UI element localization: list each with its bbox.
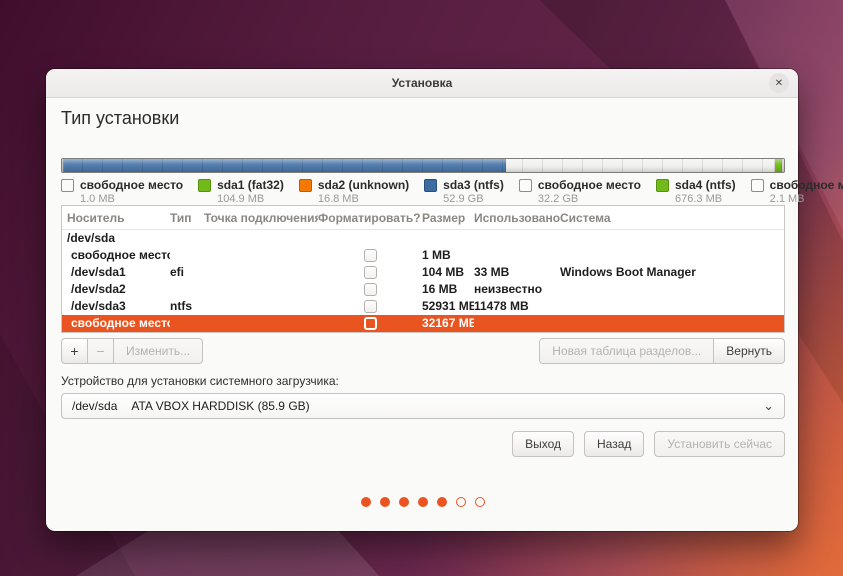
legend-size: 32.2 GB [538, 193, 641, 205]
bootloader-label: Устройство для установки системного загр… [61, 374, 785, 388]
legend-size: 2.1 MB [770, 193, 843, 205]
legend-item: sda4 (ntfs) 676.3 MB [656, 178, 736, 205]
legend-item: sda2 (unknown) 16.8 MB [299, 178, 409, 205]
close-icon[interactable]: ✕ [769, 73, 789, 93]
progress-dot [380, 497, 390, 507]
column-header-system[interactable]: Система [560, 211, 784, 225]
cell-type: efi [170, 264, 204, 281]
dropdown-description: ATA VBOX HARDDISK (85.9 GB) [131, 399, 309, 413]
legend-swatch-sda2 [299, 179, 312, 192]
titlebar[interactable]: Установка ✕ [46, 69, 798, 98]
back-button[interactable]: Назад [584, 431, 644, 457]
cell-system: Windows Boot Manager [560, 264, 784, 281]
edit-button-group: + − Изменить... [61, 338, 203, 364]
table-row-sda[interactable]: /dev/sda [62, 230, 784, 247]
legend-swatch-free [519, 179, 532, 192]
legend-swatch-free [751, 179, 764, 192]
legend-label: свободное место [770, 178, 843, 192]
install-now-button[interactable]: Установить сейчас [654, 431, 785, 457]
installer-window: Установка ✕ Тип установки свободное мест… [46, 69, 798, 531]
column-header-format[interactable]: Форматировать? [318, 211, 422, 225]
quit-button[interactable]: Выход [512, 431, 574, 457]
cell-used: 33 MB [474, 264, 560, 281]
column-header-used[interactable]: Использовано [474, 211, 560, 225]
cell-used: 11478 MB [474, 298, 560, 315]
partition-bar-grid [62, 159, 784, 172]
legend-size: 676.3 MB [675, 193, 736, 205]
remove-partition-button[interactable]: − [87, 338, 114, 364]
partition-legend: свободное место 1.0 MB sda1 (fat32) 104.… [61, 178, 785, 205]
progress-dot [418, 497, 428, 507]
legend-item: свободное место 32.2 GB [519, 178, 641, 205]
legend-label: sda4 (ntfs) [675, 178, 736, 192]
progress-dots [61, 497, 785, 507]
format-checkbox[interactable] [364, 317, 377, 330]
table-header-row: Носитель Тип Точка подключения Форматиро… [62, 206, 784, 230]
cell-size: 32167 MB [422, 315, 474, 332]
cell-device: /dev/sda [67, 230, 170, 247]
legend-swatch-free [61, 179, 74, 192]
legend-size: 1.0 MB [80, 193, 183, 205]
cell-device: /dev/sda3 [67, 298, 170, 315]
table-row-free-1[interactable]: свободное место 1 MB [62, 247, 784, 264]
partition-bar [61, 158, 785, 173]
legend-item: свободное место 2.1 MB [751, 178, 843, 205]
chevron-down-icon: ⌄ [763, 401, 774, 411]
cell-device: /dev/sda1 [67, 264, 170, 281]
legend-label: sda1 (fat32) [217, 178, 284, 192]
cell-size: 16 MB [422, 281, 474, 298]
table-row-sda2[interactable]: /dev/sda2 16 MB неизвестно [62, 281, 784, 298]
add-partition-button[interactable]: + [61, 338, 88, 364]
legend-size: 52.9 GB [443, 193, 504, 205]
column-header-size[interactable]: Размер [422, 211, 474, 225]
dropdown-device: /dev/sda [72, 399, 117, 413]
partition-actions: + − Изменить... Новая таблица разделов..… [61, 338, 785, 364]
legend-size: 104.9 MB [217, 193, 284, 205]
cell-device: свободное место [67, 315, 170, 332]
legend-label: sda2 (unknown) [318, 178, 409, 192]
table-row-free-2-selected[interactable]: свободное место 32167 MB [62, 315, 784, 332]
cell-size: 104 MB [422, 264, 474, 281]
legend-swatch-sda1 [198, 179, 211, 192]
change-partition-button[interactable]: Изменить... [113, 338, 203, 364]
legend-label: свободное место [538, 178, 641, 192]
partition-table: Носитель Тип Точка подключения Форматиро… [61, 205, 785, 333]
table-row-sda3[interactable]: /dev/sda3 ntfs 52931 MB 11478 MB [62, 298, 784, 315]
new-partition-table-button[interactable]: Новая таблица разделов... [539, 338, 714, 364]
legend-label: sda3 (ntfs) [443, 178, 504, 192]
legend-item: sda3 (ntfs) 52.9 GB [424, 178, 504, 205]
cell-used: неизвестно [474, 281, 560, 298]
window-title: Установка [392, 76, 453, 90]
bootloader-device-dropdown[interactable]: /dev/sda ATA VBOX HARDDISK (85.9 GB) ⌄ [61, 393, 785, 419]
page-title: Тип установки [61, 107, 785, 129]
progress-dot [361, 497, 371, 507]
cell-size: 52931 MB [422, 298, 474, 315]
legend-label: свободное место [80, 178, 183, 192]
table-button-group: Новая таблица разделов... Вернуть [539, 338, 785, 364]
legend-size: 16.8 MB [318, 193, 409, 205]
table-row-sda1[interactable]: /dev/sda1 efi 104 MB 33 MB Windows Boot … [62, 264, 784, 281]
format-checkbox[interactable] [364, 249, 377, 262]
cell-device: /dev/sda2 [67, 281, 170, 298]
format-checkbox[interactable] [364, 283, 377, 296]
cell-size: 1 MB [422, 247, 474, 264]
legend-item: sda1 (fat32) 104.9 MB [198, 178, 284, 205]
format-checkbox[interactable] [364, 300, 377, 313]
progress-dot [399, 497, 409, 507]
legend-swatch-sda3 [424, 179, 437, 192]
window-content: Тип установки свободное место 1.0 MB sda… [46, 107, 798, 507]
column-header-type[interactable]: Тип [170, 211, 204, 225]
format-checkbox[interactable] [364, 266, 377, 279]
column-header-mountpoint[interactable]: Точка подключения [204, 211, 318, 225]
legend-swatch-sda4 [656, 179, 669, 192]
navigation-buttons: Выход Назад Установить сейчас [61, 431, 785, 457]
cell-type: ntfs [170, 298, 204, 315]
progress-dot [475, 497, 485, 507]
progress-dot [437, 497, 447, 507]
progress-dot [456, 497, 466, 507]
legend-item: свободное место 1.0 MB [61, 178, 183, 205]
column-header-device[interactable]: Носитель [67, 211, 170, 225]
cell-device: свободное место [67, 247, 170, 264]
revert-button[interactable]: Вернуть [713, 338, 785, 364]
